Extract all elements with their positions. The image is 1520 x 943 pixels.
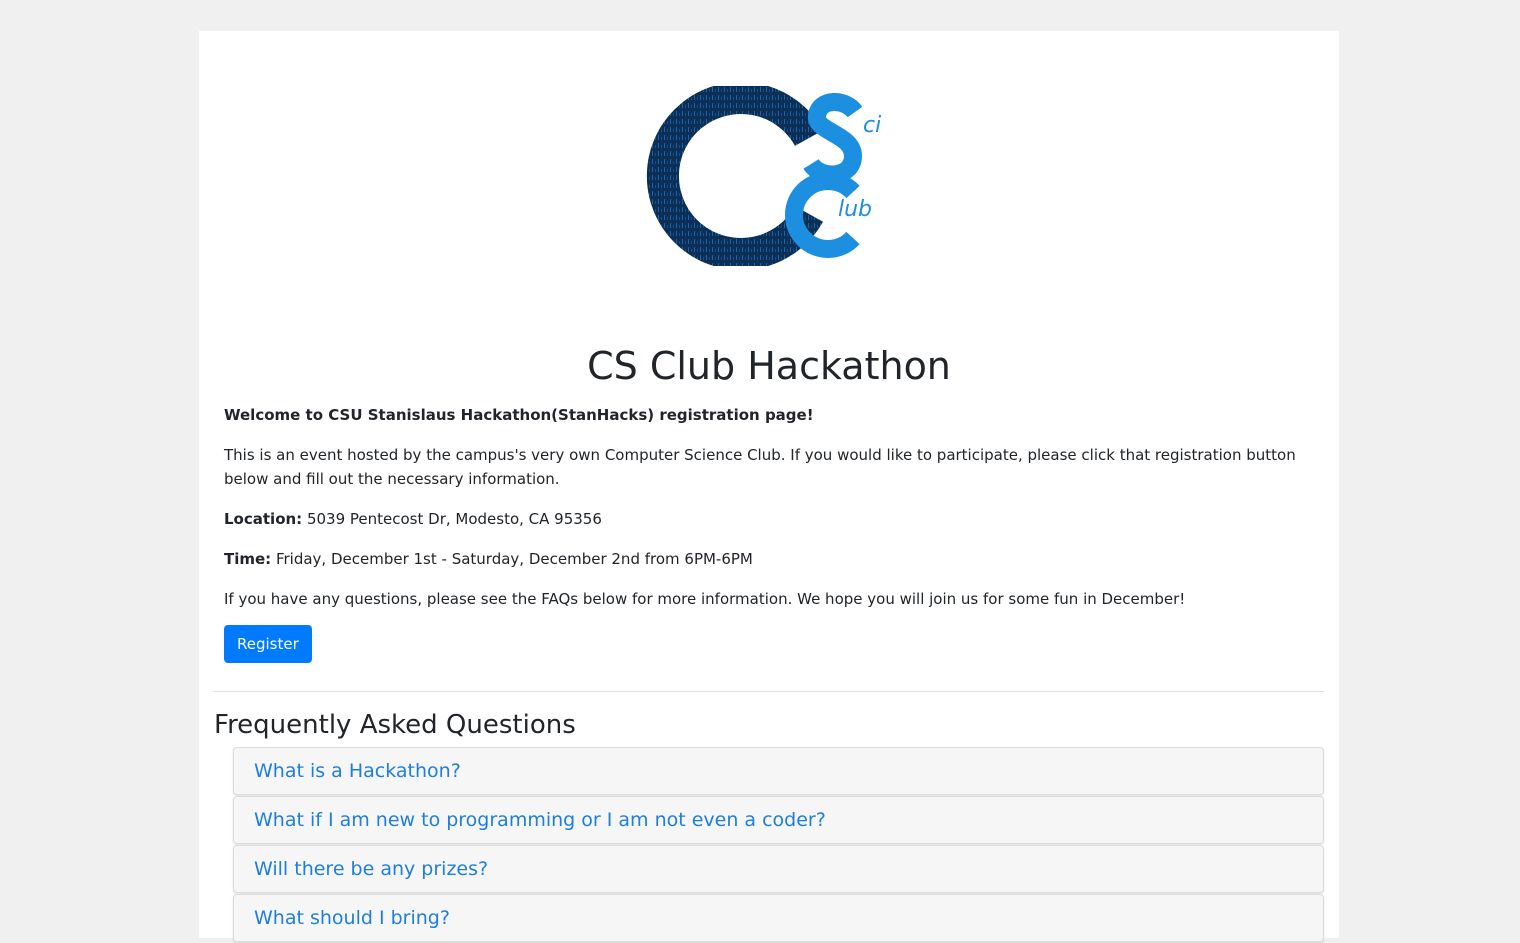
location-label: Location: [224, 510, 303, 528]
faq-item-what-is-hackathon[interactable]: What is a Hackathon? [233, 747, 1324, 795]
faq-item-new-to-programming[interactable]: What if I am new to programming or I am … [233, 796, 1324, 844]
register-button[interactable]: Register [224, 625, 312, 663]
logo-graphic: ci lub [646, 86, 881, 266]
main-card: ci lub CS Club Hackathon Welcome to CSU … [199, 31, 1339, 942]
location-line: Location: 5039 Pentecost Dr, Modesto, CA… [224, 507, 1314, 531]
faq-item-what-to-bring[interactable]: What should I bring? [233, 894, 1324, 942]
questions-text: If you have any questions, please see th… [224, 590, 1186, 608]
faq-heading: Frequently Asked Questions [214, 710, 576, 740]
time-value: Friday, December 1st - Saturday, Decembe… [275, 550, 753, 568]
welcome-label: Welcome to CSU Stanislaus Hackathon(Stan… [224, 406, 814, 424]
intro-section: Welcome to CSU Stanislaus Hackathon(Stan… [224, 403, 1314, 663]
location-value: 5039 Pentecost Dr, Modesto, CA 95356 [306, 510, 602, 528]
faq-accordion: What is a Hackathon? What if I am new to… [233, 747, 1324, 943]
faq-item-prizes[interactable]: Will there be any prizes? [233, 845, 1324, 893]
svg-text:ci: ci [863, 113, 881, 138]
section-divider [213, 691, 1324, 692]
page-title: CS Club Hackathon [587, 344, 951, 388]
csci-club-logo-icon: ci lub [639, 86, 899, 266]
description-text: This is an event hosted by the campus's … [224, 446, 1296, 488]
time-label: Time: [224, 550, 272, 568]
welcome-text: Welcome to CSU Stanislaus Hackathon(Stan… [224, 403, 1314, 427]
time-line: Time: Friday, December 1st - Saturday, D… [224, 547, 1314, 571]
svg-text:lub: lub [838, 197, 872, 222]
